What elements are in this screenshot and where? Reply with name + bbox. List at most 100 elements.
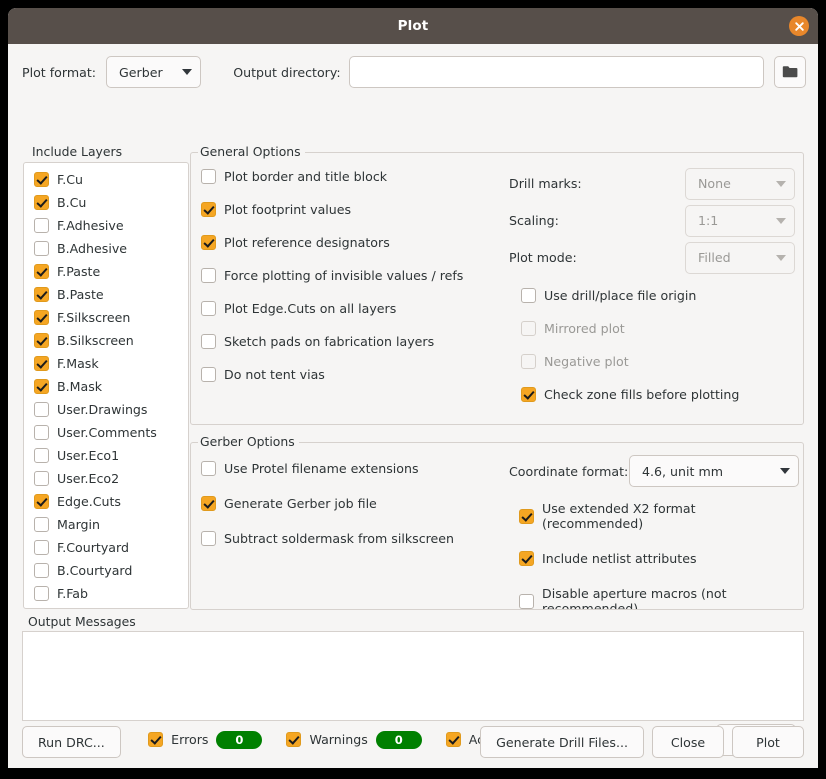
list-item-label: F.Adhesive bbox=[57, 218, 124, 233]
list-item[interactable]: F.Courtyard bbox=[24, 536, 188, 559]
include-layers-title: Include Layers bbox=[30, 143, 126, 160]
list-item[interactable]: F.Fab bbox=[24, 582, 188, 605]
checkbox-box bbox=[201, 461, 216, 476]
layer-checkbox[interactable] bbox=[34, 195, 49, 210]
plot-mode-value: Filled bbox=[698, 250, 766, 265]
list-item[interactable]: B.Adhesive bbox=[24, 237, 188, 260]
chevron-down-icon bbox=[776, 255, 786, 261]
list-item[interactable]: F.Mask bbox=[24, 352, 188, 375]
run-drc-button[interactable]: Run DRC... bbox=[22, 726, 121, 758]
layer-checkbox[interactable] bbox=[34, 563, 49, 578]
checkbox-check-zone-fills[interactable]: Check zone fills before plotting bbox=[521, 387, 795, 402]
layer-checkbox[interactable] bbox=[34, 494, 49, 509]
checkbox-label: Disable aperture macros (not recommended… bbox=[542, 586, 799, 609]
list-item[interactable]: User.Drawings bbox=[24, 398, 188, 421]
checkbox-box bbox=[519, 594, 534, 609]
checkbox-box bbox=[519, 551, 534, 566]
drill-marks-row: Drill marks: None bbox=[509, 165, 795, 202]
checkbox-box bbox=[201, 334, 216, 349]
list-item-label: User.Eco2 bbox=[57, 471, 119, 486]
checkbox-label: Do not tent vias bbox=[224, 367, 325, 382]
list-item[interactable]: Margin bbox=[24, 513, 188, 536]
chevron-down-icon bbox=[776, 218, 786, 224]
checkbox-mirrored-plot[interactable]: Mirrored plot bbox=[521, 321, 795, 336]
dialog-button-bar: Run DRC... Generate Drill Files... Close… bbox=[8, 716, 818, 768]
checkbox-force-plot-invisible[interactable]: Force plotting of invisible values / ref… bbox=[201, 268, 463, 283]
checkbox-plot-footprint-values[interactable]: Plot footprint values bbox=[201, 202, 463, 217]
folder-icon[interactable] bbox=[774, 56, 806, 88]
output-messages-text[interactable] bbox=[22, 631, 804, 721]
screenshot-root: Plot Plot format: Gerber Output director… bbox=[0, 0, 826, 779]
list-item[interactable]: B.Paste bbox=[24, 283, 188, 306]
list-item-label: Edge.Cuts bbox=[57, 494, 121, 509]
checkbox-do-not-tent-vias[interactable]: Do not tent vias bbox=[201, 367, 463, 382]
checkbox-plot-reference-designators[interactable]: Plot reference designators bbox=[201, 235, 463, 250]
layer-checkbox[interactable] bbox=[34, 425, 49, 440]
plot-button[interactable]: Plot bbox=[732, 726, 804, 758]
checkbox-subtract-soldermask[interactable]: Subtract soldermask from silkscreen bbox=[201, 531, 454, 546]
list-item[interactable]: B.Courtyard bbox=[24, 559, 188, 582]
list-item-label: F.Mask bbox=[57, 356, 99, 371]
output-directory-input[interactable] bbox=[349, 56, 765, 88]
list-item[interactable]: User.Eco2 bbox=[24, 467, 188, 490]
list-item[interactable]: F.Paste bbox=[24, 260, 188, 283]
checkbox-generate-gerber-job-file[interactable]: Generate Gerber job file bbox=[201, 496, 454, 511]
layer-checkbox[interactable] bbox=[34, 402, 49, 417]
checkbox-box bbox=[201, 496, 216, 511]
layer-checkbox[interactable] bbox=[34, 218, 49, 233]
layer-checkbox[interactable] bbox=[34, 264, 49, 279]
checkbox-negative-plot[interactable]: Negative plot bbox=[521, 354, 795, 369]
checkbox-plot-edgecuts-all-layers[interactable]: Plot Edge.Cuts on all layers bbox=[201, 301, 463, 316]
checkbox-label: Sketch pads on fabrication layers bbox=[224, 334, 434, 349]
checkbox-label: Plot border and title block bbox=[224, 169, 387, 184]
checkbox-label: Use extended X2 format (recommended) bbox=[542, 501, 799, 531]
layer-checkbox[interactable] bbox=[34, 333, 49, 348]
plot-mode-label: Plot mode: bbox=[509, 250, 577, 265]
general-options-group: General Options Plot border and title bl… bbox=[190, 143, 804, 425]
close-button[interactable]: Close bbox=[652, 726, 724, 758]
list-item[interactable]: F.Cu bbox=[24, 168, 188, 191]
plot-format-select[interactable]: Gerber bbox=[106, 56, 201, 88]
layer-checkbox[interactable] bbox=[34, 517, 49, 532]
checkbox-use-drill-place-origin[interactable]: Use drill/place file origin bbox=[521, 288, 795, 303]
checkbox-include-netlist-attributes[interactable]: Include netlist attributes bbox=[519, 551, 799, 566]
list-item[interactable]: B.Mask bbox=[24, 375, 188, 398]
list-item[interactable]: F.Adhesive bbox=[24, 214, 188, 237]
layer-checkbox[interactable] bbox=[34, 448, 49, 463]
layer-checkbox[interactable] bbox=[34, 471, 49, 486]
list-item-label: F.Fab bbox=[57, 586, 88, 601]
checkbox-plot-border-title-block[interactable]: Plot border and title block bbox=[201, 169, 463, 184]
checkbox-disable-aperture-macros[interactable]: Disable aperture macros (not recommended… bbox=[519, 586, 799, 609]
layer-checkbox[interactable] bbox=[34, 310, 49, 325]
checkbox-box bbox=[521, 288, 536, 303]
checkbox-protel-extensions[interactable]: Use Protel filename extensions bbox=[201, 461, 454, 476]
output-directory-label: Output directory: bbox=[233, 65, 340, 80]
list-item[interactable]: User.Eco1 bbox=[24, 444, 188, 467]
list-item[interactable]: User.Comments bbox=[24, 421, 188, 444]
scaling-select[interactable]: 1:1 bbox=[685, 205, 795, 237]
plot-dialog: Plot Plot format: Gerber Output director… bbox=[8, 8, 818, 768]
checkbox-label: Include netlist attributes bbox=[542, 551, 697, 566]
generate-drill-files-button[interactable]: Generate Drill Files... bbox=[480, 726, 644, 758]
coordinate-format-select[interactable]: 4.6, unit mm bbox=[629, 455, 799, 487]
list-item[interactable]: B.Cu bbox=[24, 191, 188, 214]
scaling-value: 1:1 bbox=[698, 213, 766, 228]
layer-checkbox[interactable] bbox=[34, 540, 49, 555]
layer-checkbox[interactable] bbox=[34, 379, 49, 394]
checkbox-sketch-pads-fabrication[interactable]: Sketch pads on fabrication layers bbox=[201, 334, 463, 349]
layer-checkbox[interactable] bbox=[34, 172, 49, 187]
list-item[interactable]: F.Silkscreen bbox=[24, 306, 188, 329]
list-item[interactable]: Edge.Cuts bbox=[24, 490, 188, 513]
drill-marks-select[interactable]: None bbox=[685, 168, 795, 200]
layer-checkbox[interactable] bbox=[34, 287, 49, 302]
layers-list[interactable]: F.Cu B.Cu F.Adhesive B.Adhesive F.Paste … bbox=[23, 162, 189, 609]
plot-mode-select[interactable]: Filled bbox=[685, 242, 795, 274]
checkbox-label: Plot reference designators bbox=[224, 235, 390, 250]
close-icon[interactable] bbox=[789, 16, 809, 36]
list-item[interactable]: B.Silkscreen bbox=[24, 329, 188, 352]
drill-marks-value: None bbox=[698, 176, 766, 191]
checkbox-use-x2-format[interactable]: Use extended X2 format (recommended) bbox=[519, 501, 799, 531]
layer-checkbox[interactable] bbox=[34, 356, 49, 371]
layer-checkbox[interactable] bbox=[34, 586, 49, 601]
layer-checkbox[interactable] bbox=[34, 241, 49, 256]
